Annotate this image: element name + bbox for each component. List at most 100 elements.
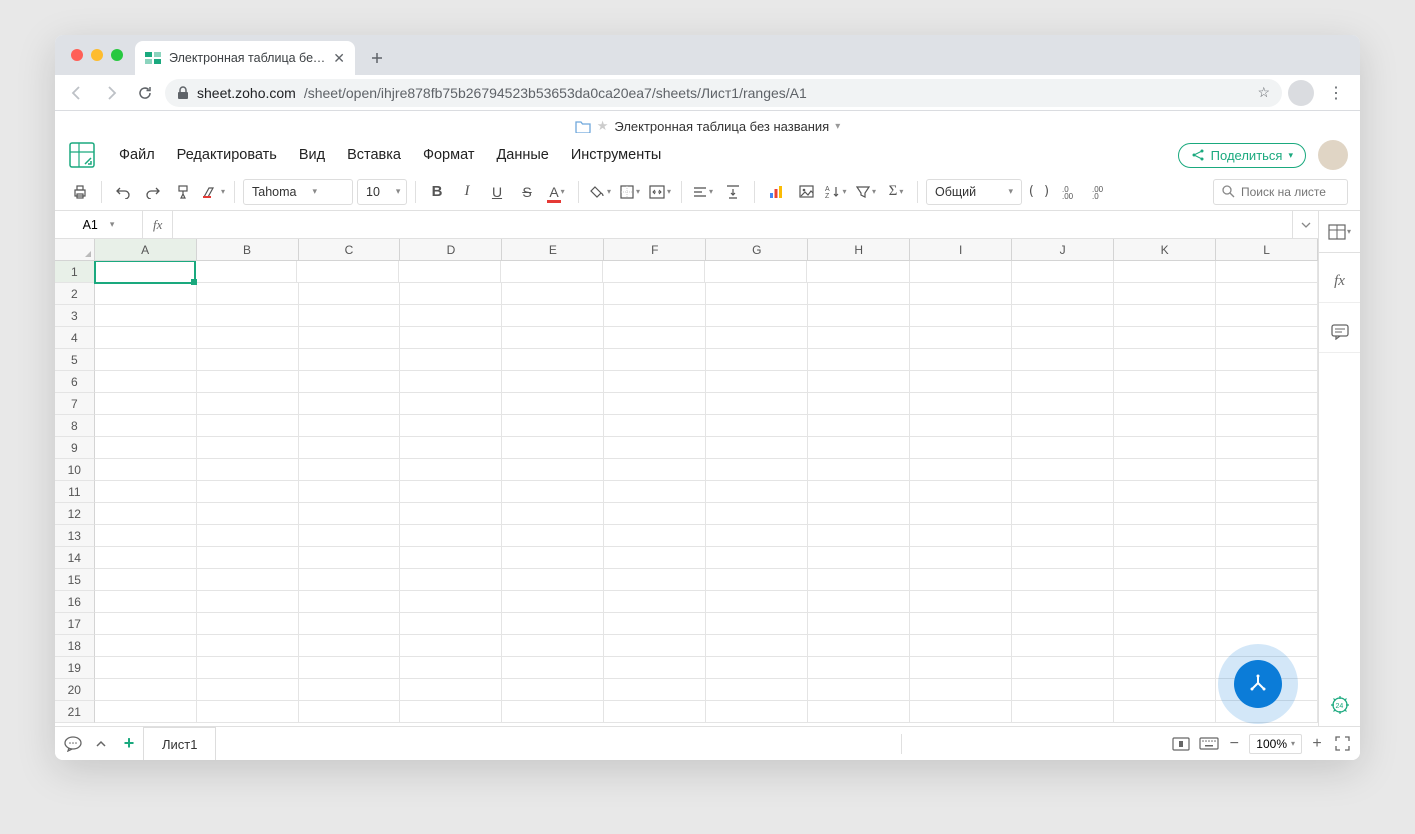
user-avatar[interactable] — [1318, 140, 1348, 170]
column-header[interactable]: I — [910, 239, 1012, 260]
row-header[interactable]: 17 — [55, 613, 95, 635]
cell[interactable] — [808, 393, 910, 415]
cell[interactable] — [1216, 613, 1318, 635]
zoom-out-button[interactable]: − — [1223, 733, 1245, 755]
cell[interactable] — [1114, 459, 1216, 481]
cell[interactable] — [1114, 481, 1216, 503]
zoom-in-button[interactable]: + — [1306, 733, 1328, 755]
cell[interactable] — [400, 371, 502, 393]
cell[interactable] — [910, 547, 1012, 569]
row-header[interactable]: 14 — [55, 547, 95, 569]
bold-button[interactable]: B — [424, 179, 450, 205]
cell[interactable] — [706, 525, 808, 547]
cell[interactable] — [910, 591, 1012, 613]
cell[interactable] — [910, 393, 1012, 415]
cell[interactable] — [706, 283, 808, 305]
cell[interactable] — [95, 415, 197, 437]
cell[interactable] — [197, 591, 299, 613]
cell[interactable] — [1012, 613, 1114, 635]
cell[interactable] — [604, 305, 706, 327]
cell[interactable] — [197, 415, 299, 437]
cell[interactable] — [808, 525, 910, 547]
cell[interactable] — [299, 349, 401, 371]
cell[interactable] — [1216, 261, 1318, 283]
cell[interactable] — [400, 305, 502, 327]
cell[interactable] — [400, 679, 502, 701]
cell[interactable] — [95, 525, 197, 547]
cell[interactable] — [604, 591, 706, 613]
sheet-search[interactable] — [1213, 179, 1348, 205]
cell[interactable] — [299, 283, 401, 305]
cell[interactable] — [910, 569, 1012, 591]
cell[interactable] — [95, 437, 197, 459]
cell[interactable] — [910, 371, 1012, 393]
cell[interactable] — [910, 481, 1012, 503]
cell[interactable] — [400, 591, 502, 613]
cell[interactable] — [1216, 503, 1318, 525]
cell[interactable] — [502, 635, 604, 657]
back-button[interactable] — [63, 79, 91, 107]
cell[interactable] — [297, 261, 399, 283]
horizontal-align-button[interactable]: ▾ — [690, 179, 716, 205]
cell[interactable] — [400, 327, 502, 349]
cell[interactable] — [95, 393, 197, 415]
text-color-button[interactable]: A▾ — [544, 179, 570, 205]
cell[interactable] — [706, 613, 808, 635]
cell[interactable] — [910, 437, 1012, 459]
cell[interactable] — [1216, 547, 1318, 569]
cell[interactable] — [604, 635, 706, 657]
cell[interactable] — [604, 371, 706, 393]
cell[interactable] — [808, 679, 910, 701]
cell[interactable] — [604, 679, 706, 701]
cell[interactable] — [910, 261, 1012, 283]
cell[interactable] — [95, 459, 197, 481]
row-header[interactable]: 2 — [55, 283, 95, 305]
row-header[interactable]: 1 — [55, 261, 95, 283]
cell[interactable] — [706, 371, 808, 393]
increase-decimal-button[interactable]: .00.0 — [1086, 179, 1112, 205]
cell[interactable] — [1012, 569, 1114, 591]
cell[interactable] — [197, 701, 299, 723]
cell[interactable] — [1114, 327, 1216, 349]
cell[interactable] — [502, 415, 604, 437]
cell[interactable] — [1012, 503, 1114, 525]
cell[interactable] — [910, 613, 1012, 635]
cell[interactable] — [1012, 393, 1114, 415]
cell[interactable] — [808, 327, 910, 349]
cell[interactable] — [1012, 635, 1114, 657]
cell[interactable] — [1012, 459, 1114, 481]
row-header[interactable]: 7 — [55, 393, 95, 415]
cell[interactable] — [502, 283, 604, 305]
zoom-value[interactable]: 100%▾ — [1249, 734, 1302, 754]
cell[interactable] — [502, 547, 604, 569]
menu-insert[interactable]: Вставка — [337, 143, 411, 167]
cell[interactable] — [1114, 679, 1216, 701]
italic-button[interactable]: I — [454, 179, 480, 205]
cell[interactable] — [399, 261, 501, 283]
cell[interactable] — [706, 701, 808, 723]
cell[interactable] — [400, 349, 502, 371]
new-tab-button[interactable] — [363, 44, 391, 72]
column-header[interactable]: G — [706, 239, 808, 260]
cell[interactable] — [400, 525, 502, 547]
menu-edit[interactable]: Редактировать — [167, 143, 287, 167]
cell[interactable] — [706, 437, 808, 459]
cell[interactable] — [502, 569, 604, 591]
cell[interactable] — [502, 393, 604, 415]
cell[interactable] — [604, 613, 706, 635]
cell[interactable] — [95, 635, 197, 657]
cell[interactable] — [197, 327, 299, 349]
keyboard-button[interactable] — [1195, 730, 1223, 758]
cell[interactable] — [1216, 415, 1318, 437]
cell[interactable] — [400, 481, 502, 503]
row-header[interactable]: 13 — [55, 525, 95, 547]
cell[interactable] — [299, 525, 401, 547]
cell[interactable] — [1216, 283, 1318, 305]
cell[interactable] — [706, 481, 808, 503]
cell[interactable] — [1216, 635, 1318, 657]
cell[interactable] — [808, 415, 910, 437]
cell[interactable] — [299, 679, 401, 701]
cell[interactable] — [1114, 393, 1216, 415]
cell[interactable] — [197, 305, 299, 327]
cell[interactable] — [299, 305, 401, 327]
